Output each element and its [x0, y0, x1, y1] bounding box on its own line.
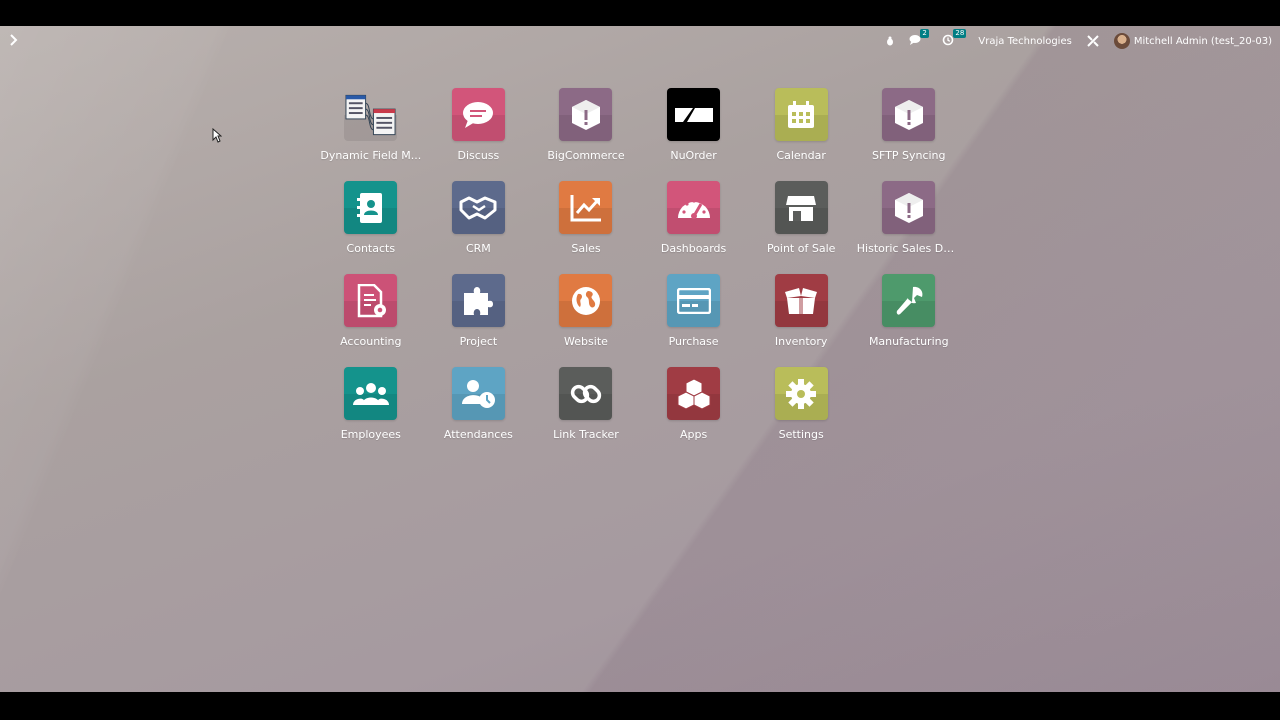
activities-count-badge: 28	[953, 29, 967, 38]
apps-grid: Dynamic Field M... Discuss BigCommerce N…	[317, 88, 963, 460]
app-sales[interactable]: Sales	[532, 181, 640, 274]
app-dashboards[interactable]: Dashboards	[640, 181, 748, 274]
package-alert-icon	[882, 88, 936, 141]
app-attendances[interactable]: Attendances	[425, 367, 533, 460]
app-website[interactable]: Website	[532, 274, 640, 367]
link-icon	[559, 367, 613, 420]
app-apps[interactable]: Apps	[640, 367, 748, 460]
cubes-icon	[667, 367, 721, 420]
app-purchase[interactable]: Purchase	[640, 274, 748, 367]
dynamic-field-icon	[344, 88, 398, 141]
app-nuorder[interactable]: NuOrder	[640, 88, 748, 181]
company-name: Vraja Technologies	[978, 35, 1072, 47]
messages-count-badge: 2	[920, 29, 929, 38]
app-manufacturing[interactable]: Manufacturing	[855, 274, 963, 367]
globe-icon	[559, 274, 613, 327]
open-box-icon	[774, 274, 828, 327]
storefront-icon	[774, 181, 828, 234]
home-menu-screen: 2 28 Vraja Technologies Mitchell Admin (…	[0, 26, 1280, 692]
address-book-icon	[344, 181, 398, 234]
app-discuss[interactable]: Discuss	[425, 88, 533, 181]
gear-icon	[774, 367, 828, 420]
app-point-of-sale[interactable]: Point of Sale	[747, 181, 855, 274]
app-inventory[interactable]: Inventory	[747, 274, 855, 367]
app-sftp-syncing[interactable]: SFTP Syncing	[855, 88, 963, 181]
app-employees[interactable]: Employees	[317, 367, 425, 460]
app-settings[interactable]: Settings	[747, 367, 855, 460]
credit-card-icon	[667, 274, 721, 327]
package-alert-icon	[559, 88, 613, 141]
app-calendar[interactable]: Calendar	[747, 88, 855, 181]
app-crm[interactable]: CRM	[425, 181, 533, 274]
calendar-icon	[774, 88, 828, 141]
nuorder-logo-icon	[667, 88, 721, 141]
chat-bubble-icon	[451, 88, 505, 141]
wrench-icon	[882, 274, 936, 327]
app-project[interactable]: Project	[425, 274, 533, 367]
app-link-tracker[interactable]: Link Tracker	[532, 367, 640, 460]
app-accounting[interactable]: Accounting	[317, 274, 425, 367]
user-name: Mitchell Admin (test_20-03)	[1133, 35, 1272, 47]
debug-tools-icon[interactable]	[1086, 31, 1100, 51]
top-navbar: 2 28 Vraja Technologies Mitchell Admin (…	[0, 26, 1280, 56]
bug-icon[interactable]	[885, 31, 895, 51]
app-historic-sales-data[interactable]: Historic Sales Data	[855, 181, 963, 274]
invoice-gear-icon	[344, 274, 398, 327]
user-menu[interactable]: Mitchell Admin (test_20-03)	[1113, 31, 1272, 51]
activities-menu[interactable]: 28	[942, 29, 967, 51]
package-alert-icon	[882, 181, 936, 234]
app-bigcommerce[interactable]: BigCommerce	[532, 88, 640, 181]
avatar	[1113, 33, 1130, 49]
people-icon	[344, 367, 398, 420]
gauge-icon	[667, 181, 721, 234]
puzzle-icon	[451, 274, 505, 327]
user-clock-icon	[451, 367, 505, 420]
menu-toggle-chevron-icon[interactable]	[9, 33, 23, 49]
systray: 2 28 Vraja Technologies Mitchell Admin (…	[885, 29, 1272, 51]
company-switcher[interactable]: Vraja Technologies	[978, 31, 1071, 51]
messages-menu[interactable]: 2	[909, 29, 929, 51]
mouse-cursor-icon	[212, 127, 223, 147]
app-dynamic-field[interactable]: Dynamic Field M...	[317, 88, 425, 181]
app-contacts[interactable]: Contacts	[317, 181, 425, 274]
trend-chart-icon	[559, 181, 613, 234]
handshake-icon	[451, 181, 505, 234]
